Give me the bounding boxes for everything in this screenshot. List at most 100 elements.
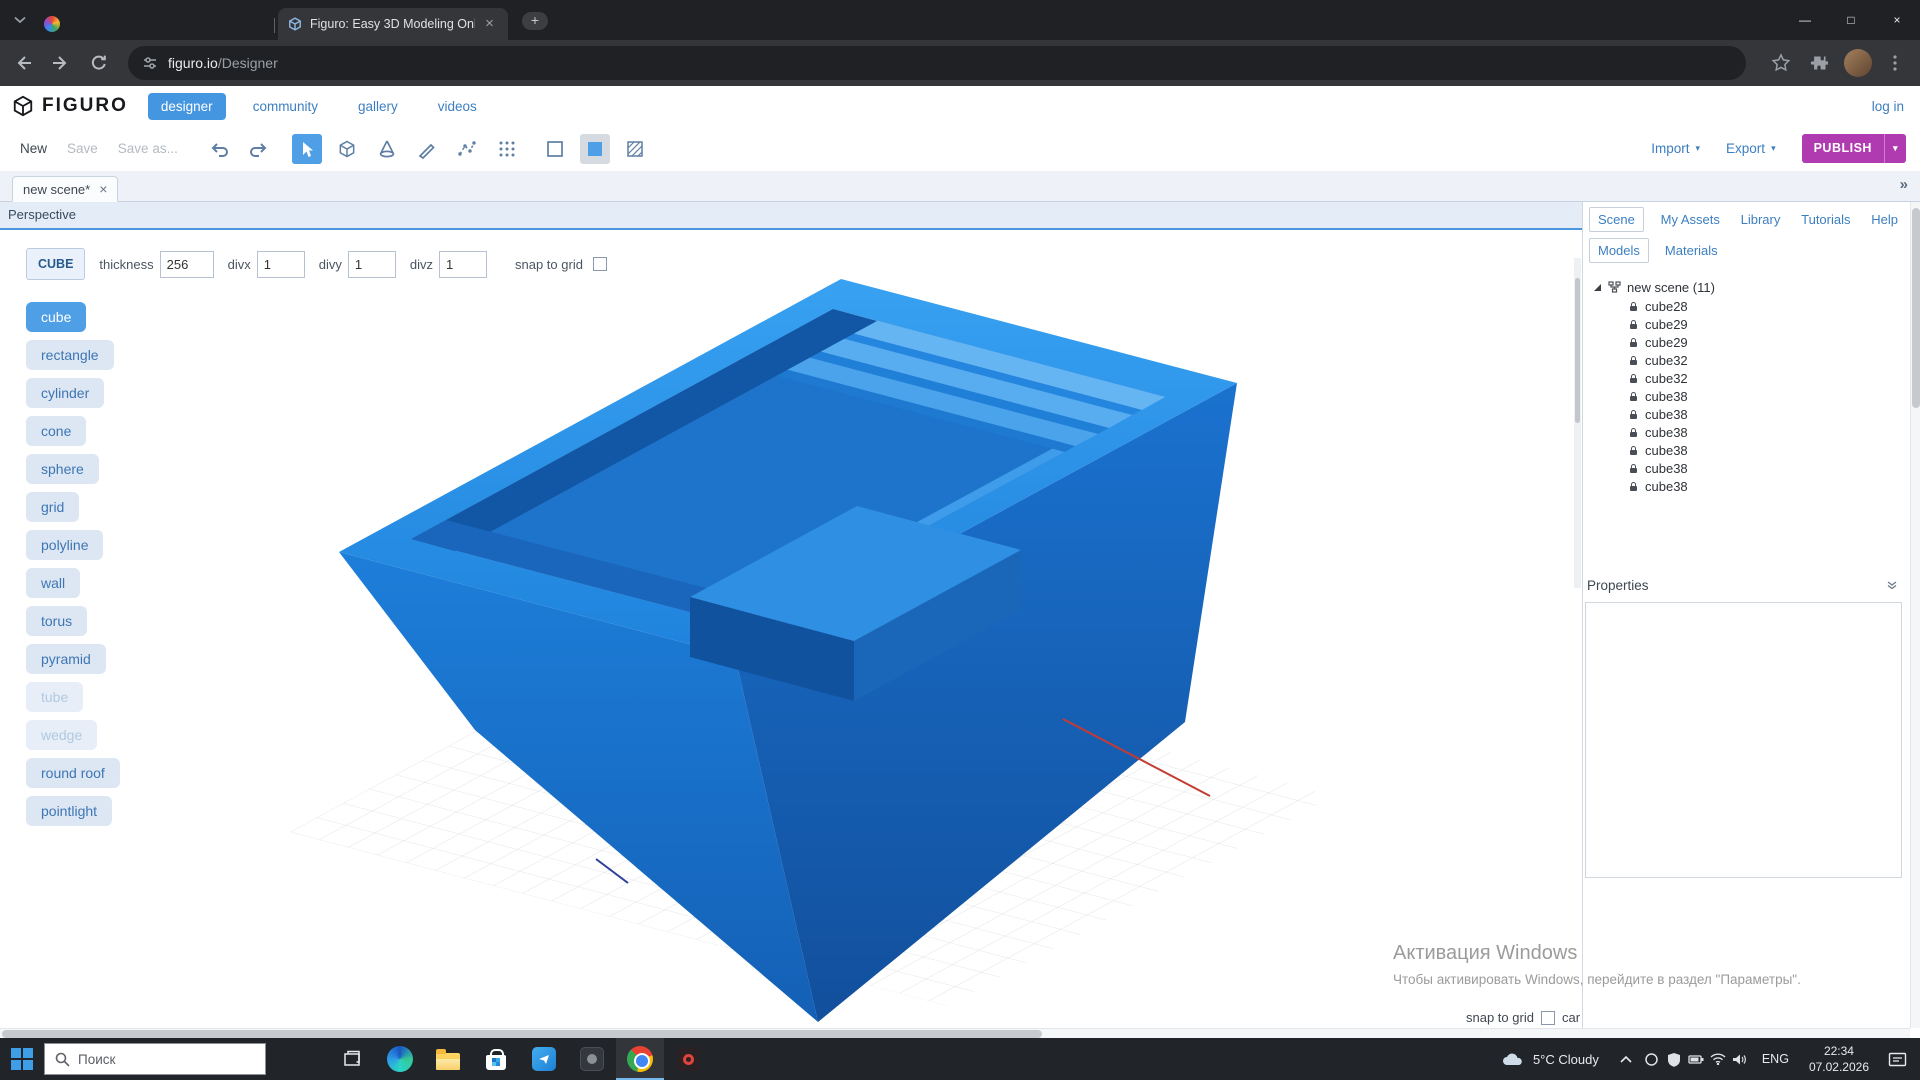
task-view-button[interactable] [328, 1038, 376, 1080]
profile-avatar[interactable] [1844, 49, 1872, 77]
shape-button-pointlight[interactable]: pointlight [26, 796, 112, 826]
page-vertical-scrollbar[interactable] [1910, 202, 1920, 1028]
figuro-logo[interactable]: FIGURO [12, 95, 128, 117]
publish-button[interactable]: PUBLISH ▾ [1802, 134, 1906, 163]
tray-battery-icon[interactable] [1685, 1053, 1707, 1065]
address-bar[interactable]: figuro.io /Designer [128, 46, 1746, 80]
shape-button-wall[interactable]: wall [26, 568, 80, 598]
import-button[interactable]: Import ▾ [1651, 141, 1700, 156]
scrollbar-thumb[interactable] [1912, 208, 1920, 408]
page-horizontal-scrollbar[interactable] [0, 1028, 1910, 1038]
properties-header[interactable]: Properties [1583, 578, 1910, 593]
wireframe-view-button[interactable] [540, 134, 570, 164]
textured-view-button[interactable] [620, 134, 650, 164]
tree-item[interactable]: cube28 [1593, 297, 1910, 315]
viewport-snap-checkbox[interactable] [1541, 1011, 1555, 1025]
back-button[interactable] [8, 48, 38, 78]
taskbar-app-edge[interactable] [376, 1038, 424, 1080]
forward-button[interactable] [46, 48, 76, 78]
solid-view-button[interactable] [580, 134, 610, 164]
tab-close-icon[interactable]: × [481, 16, 498, 33]
thickness-input[interactable] [160, 251, 214, 278]
view-mode-label[interactable]: Perspective [0, 202, 1582, 230]
nav-item-community[interactable]: community [240, 93, 331, 120]
tree-item[interactable]: cube29 [1593, 315, 1910, 333]
tree-item[interactable]: cube32 [1593, 351, 1910, 369]
shape-button-grid[interactable]: grid [26, 492, 79, 522]
tab-overflow-button[interactable]: » [1900, 176, 1908, 193]
redo-button[interactable] [244, 134, 274, 164]
shape-button-polyline[interactable]: polyline [26, 530, 103, 560]
divz-input[interactable] [439, 251, 487, 278]
new-button[interactable]: New [20, 141, 47, 156]
bookmark-button[interactable] [1766, 48, 1796, 78]
nav-item-designer[interactable]: designer [148, 93, 226, 120]
login-link[interactable]: log in [1872, 99, 1904, 114]
tray-expand-button[interactable] [1611, 1055, 1641, 1063]
shape-button-torus[interactable]: torus [26, 606, 87, 636]
line-tool-button[interactable] [412, 134, 442, 164]
tab-help[interactable]: Help [1867, 208, 1902, 231]
scene-tab-close-icon[interactable]: × [99, 181, 107, 197]
tree-item[interactable]: cube29 [1593, 333, 1910, 351]
tray-shield-icon[interactable] [1663, 1052, 1685, 1067]
tree-item[interactable]: cube38 [1593, 477, 1910, 495]
extensions-button[interactable] [1804, 48, 1834, 78]
points-tool-button[interactable] [492, 134, 522, 164]
shape-button-tube[interactable]: tube [26, 682, 83, 712]
save-button[interactable]: Save [67, 141, 98, 156]
window-close-button[interactable]: × [1874, 0, 1920, 40]
publish-dropdown-button[interactable]: ▾ [1884, 134, 1906, 163]
divy-input[interactable] [348, 251, 396, 278]
taskbar-app-red[interactable] [664, 1038, 712, 1080]
tab-search-button[interactable] [14, 16, 26, 24]
save-as-button[interactable]: Save as... [118, 141, 178, 156]
tray-wifi-icon[interactable] [1707, 1053, 1729, 1065]
browser-tab-2-active[interactable]: Figuro: Easy 3D Modeling Onli × [278, 8, 508, 40]
shape-button-cone[interactable]: cone [26, 416, 86, 446]
polyline-tool-button[interactable] [452, 134, 482, 164]
undo-button[interactable] [204, 134, 234, 164]
tray-volume-icon[interactable] [1729, 1053, 1751, 1066]
reload-button[interactable] [84, 48, 114, 78]
shape-button-round-roof[interactable]: round roof [26, 758, 120, 788]
tab-my-assets[interactable]: My Assets [1657, 208, 1724, 231]
shape-button-cylinder[interactable]: cylinder [26, 378, 104, 408]
tree-item[interactable]: cube38 [1593, 387, 1910, 405]
tree-item[interactable]: cube32 [1593, 369, 1910, 387]
taskbar-app-store[interactable] [472, 1038, 520, 1080]
window-minimize-button[interactable]: — [1782, 0, 1828, 40]
start-button[interactable] [0, 1038, 44, 1080]
action-center-button[interactable] [1878, 1051, 1920, 1068]
scene-tab-active[interactable]: new scene* × [12, 176, 118, 202]
divx-input[interactable] [257, 251, 305, 278]
nav-item-videos[interactable]: videos [425, 93, 490, 120]
subtab-models[interactable]: Models [1589, 238, 1649, 263]
tray-circle-icon[interactable] [1641, 1052, 1663, 1067]
shape-button-cube[interactable]: cube [26, 302, 86, 332]
browser-tab-1[interactable] [34, 8, 272, 40]
shape-button-sphere[interactable]: sphere [26, 454, 99, 484]
language-indicator[interactable]: ENG [1751, 1052, 1800, 1066]
viewport-3d-canvas[interactable] [0, 202, 1582, 1028]
cone-tool-button[interactable] [372, 134, 402, 164]
select-tool-button[interactable] [292, 134, 322, 164]
scrollbar-thumb[interactable] [2, 1030, 1042, 1038]
box-tool-button[interactable] [332, 134, 362, 164]
shape-button-wedge[interactable]: wedge [26, 720, 97, 750]
taskbar-app-dark[interactable] [568, 1038, 616, 1080]
taskbar-weather-widget[interactable]: 5°C Cloudy [1489, 1051, 1611, 1067]
export-button[interactable]: Export ▾ [1726, 141, 1776, 156]
tab-scene[interactable]: Scene [1589, 207, 1644, 232]
subtab-materials[interactable]: Materials [1661, 239, 1722, 262]
taskbar-search-box[interactable]: Поиск [44, 1043, 266, 1075]
tab-tutorials[interactable]: Tutorials [1797, 208, 1854, 231]
taskbar-clock[interactable]: 22:34 07.02.2026 [1800, 1043, 1878, 1075]
tree-item[interactable]: cube38 [1593, 405, 1910, 423]
tree-item[interactable]: cube38 [1593, 423, 1910, 441]
nav-item-gallery[interactable]: gallery [345, 93, 411, 120]
tree-item[interactable]: cube38 [1593, 459, 1910, 477]
tree-item[interactable]: cube38 [1593, 441, 1910, 459]
taskbar-app-chrome[interactable] [616, 1038, 664, 1080]
tab-library[interactable]: Library [1737, 208, 1785, 231]
